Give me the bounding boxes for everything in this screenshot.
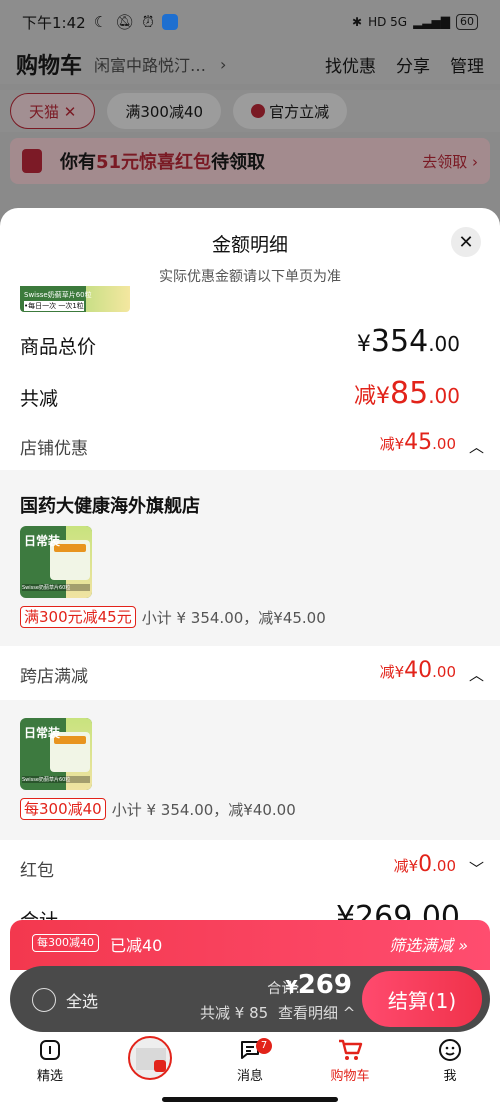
tab-profile[interactable]: 我 — [400, 1034, 500, 1090]
status-bar: 下午1:42 ☾ 🔕︎ ⏰︎ ✱ HD 5G ▂▃▅▇ 60 — [0, 0, 500, 44]
status-time: 下午1:42 — [22, 13, 86, 32]
cart-header: 购物车 闲富中路悦汀… › 找优惠 分享 管理 — [0, 44, 500, 84]
page-title: 购物车 — [16, 54, 83, 79]
store-name: 国药大健康海外旗舰店 — [20, 496, 200, 517]
store-discount-label: 店铺优惠 — [20, 439, 88, 459]
total-price-label: 商品总价 — [20, 336, 97, 358]
red-packet-value[interactable]: 减¥0.00 — [394, 852, 456, 877]
close-icon[interactable]: ✕ — [451, 227, 481, 257]
tab-label: 消息 — [236, 1069, 263, 1084]
promo-bar: 每300减40 已减40 筛选满减 » — [10, 920, 490, 970]
subtotal-text: 小计 ¥ 354.00，减¥40.00 — [111, 800, 296, 819]
promo-tag: 每300减40 — [20, 798, 106, 820]
address-selector[interactable]: 闲富中路悦汀… — [94, 52, 206, 76]
promo-bar-text: 已减40 — [110, 936, 163, 955]
filter-chips: 天猫 ✕ 满300减40 官方立减 — [0, 90, 500, 132]
tab-label: 我 — [443, 1069, 457, 1084]
home-icon — [38, 1035, 62, 1065]
total-discount-value: 减¥85.00 — [354, 376, 460, 411]
moon-icon: ☾ — [93, 13, 108, 31]
select-all-label[interactable]: 全选 — [66, 988, 98, 1012]
chevron-up-icon[interactable]: ︿ — [469, 436, 484, 457]
home-indicator[interactable] — [162, 1097, 338, 1102]
select-all-checkbox[interactable] — [32, 988, 56, 1012]
filter-promo-link[interactable]: 筛选满减 » — [389, 932, 468, 956]
discount-summary: 共减 ¥ 85 — [200, 1004, 269, 1022]
banner-text: 你有51元惊喜红包待领取 — [60, 152, 266, 173]
share-button[interactable]: 分享 — [396, 52, 430, 77]
promo-bar-tag: 每300减40 — [32, 934, 99, 952]
sheet-subtitle: 实际优惠金额请以下单页为准 — [159, 269, 341, 285]
sheet-title: 金额明细 — [211, 234, 288, 256]
tab-cart[interactable]: 购物车 — [300, 1034, 400, 1090]
alarm-icon: ⏰︎ — [142, 13, 154, 31]
tab-bar: 精选 7 消息 购物车 我 — [0, 1034, 500, 1090]
checkout-bar: 全选 合计: ¥269 共减 ¥ 85 查看明细 ^ 结算(1) — [10, 966, 490, 1032]
cross-store-detail: 日常装 Swisse奶蓟草片60粒 每300减40 小计 ¥ 354.00，减¥… — [0, 700, 500, 840]
mute-bell-icon: 🔕︎ — [115, 13, 135, 31]
filter-chip-tmall[interactable]: 天猫 ✕ — [10, 93, 96, 129]
cross-store-promo-row: 每300减40 小计 ¥ 354.00，减¥40.00 — [20, 798, 296, 820]
subtotal-text: 小计 ¥ 354.00，减¥45.00 — [141, 608, 326, 627]
filter-chip-300-40[interactable]: 满300减40 — [107, 93, 222, 129]
live-icon — [128, 1036, 172, 1080]
lightning-icon — [251, 104, 266, 118]
total-discount-label: 共减 — [20, 388, 59, 410]
filter-chip-official[interactable]: 官方立减 — [233, 93, 348, 129]
signal-icon: ▂▃▅▇ — [413, 15, 450, 29]
filter-chip-official-label: 官方立减 — [269, 102, 330, 121]
claim-button[interactable]: 去领取 › — [422, 151, 478, 172]
total-price-value: ¥354.00 — [356, 324, 460, 359]
find-deals-button[interactable]: 找优惠 — [325, 52, 376, 77]
profile-icon — [438, 1035, 462, 1065]
app-notify-icon — [161, 14, 178, 30]
bluetooth-icon: ✱ — [352, 15, 363, 29]
manage-button[interactable]: 管理 — [450, 52, 484, 77]
battery-icon: 60 — [456, 14, 478, 30]
store-discount-detail: 国药大健康海外旗舰店 日常装 Swisse奶蓟草片60粒 满300元减45元 小… — [0, 470, 500, 646]
chevron-right-icon: › — [220, 54, 227, 74]
promo-tag: 满300元减45元 — [20, 606, 136, 628]
tab-label: 购物车 — [330, 1069, 370, 1084]
cross-store-discount-value[interactable]: 减¥40.00 — [380, 658, 456, 683]
product-thumbnail: Swisse奶蓟草片60粒 •每日一次 一次1粒 — [20, 286, 130, 312]
checkout-button[interactable]: 结算(1) — [362, 971, 482, 1027]
tab-label: 精选 — [36, 1069, 63, 1084]
store-promo-row: 满300元减45元 小计 ¥ 354.00，减¥45.00 — [20, 606, 326, 628]
store-discount-value[interactable]: 减¥45.00 — [380, 430, 456, 455]
total-amount: ¥269 — [285, 970, 352, 1000]
tab-messages[interactable]: 7 消息 — [200, 1034, 300, 1090]
view-detail-link[interactable]: 查看明细 ^ — [278, 1002, 355, 1023]
tab-home[interactable]: 精选 — [0, 1034, 100, 1090]
message-badge: 7 — [256, 1038, 272, 1054]
cross-store-discount-label: 跨店满减 — [20, 667, 88, 687]
chevron-down-icon[interactable]: ﹀ — [469, 858, 484, 879]
cart-icon — [337, 1035, 363, 1065]
red-envelope-icon — [22, 149, 42, 173]
product-image: 日常装 Swisse奶蓟草片60粒 — [20, 718, 92, 790]
tab-live[interactable] — [100, 1034, 200, 1090]
red-packet-label: 红包 — [20, 861, 54, 881]
product-image: 日常装 Swisse奶蓟草片60粒 — [20, 526, 92, 598]
red-packet-banner[interactable]: 你有51元惊喜红包待领取 去领取 › — [10, 138, 490, 184]
network-label: HD 5G — [368, 15, 408, 29]
chevron-up-icon[interactable]: ︿ — [469, 664, 484, 685]
